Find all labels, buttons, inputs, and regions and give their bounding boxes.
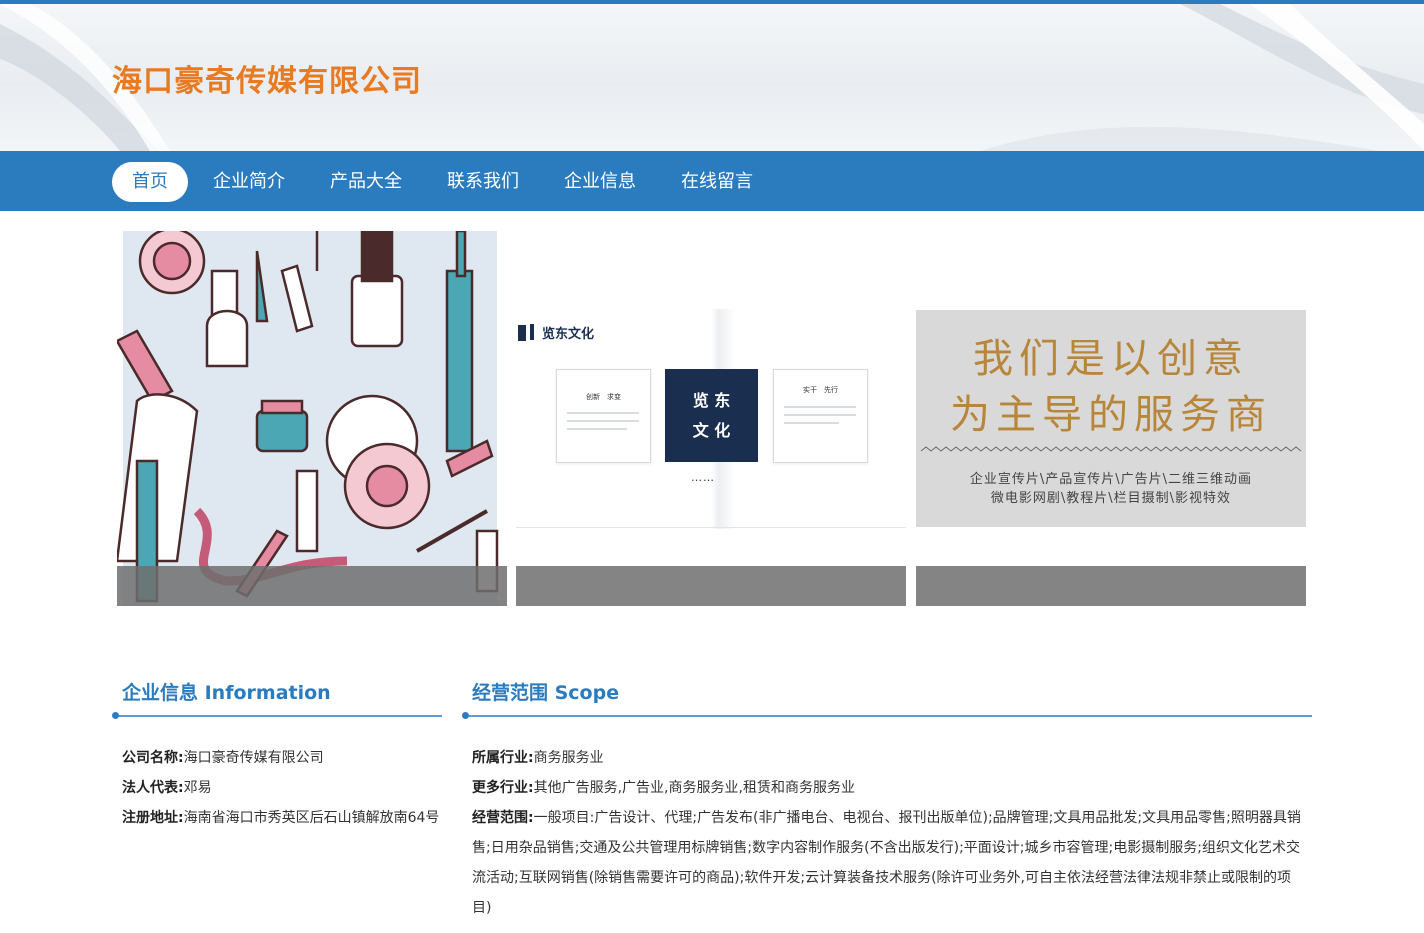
scope-title-underline [466, 715, 1312, 717]
culture-left-card-title: 创新 求变 [586, 393, 621, 401]
culture-heading: 览东文化 [542, 327, 595, 342]
slogan-line-2: 为主导的服务商 [950, 392, 1272, 438]
zigzag-divider [920, 446, 1302, 452]
slogan-panel: 我们是以创意 为主导的服务商 企业宣传片\产品宣传片\广告片\二维三维动画 微电… [916, 310, 1306, 527]
nav-item-message[interactable]: 在线留言 [661, 162, 773, 202]
nav-item-contact[interactable]: 联系我们 [427, 162, 539, 202]
info-value: 邓易 [183, 780, 212, 796]
info-value: 海口豪奇传媒有限公司 [183, 750, 324, 766]
banner-culture[interactable]: 览东文化 创新 求变 览 东 文 化 实干 先行 …… [516, 231, 906, 606]
main-nav: 首页 企业简介 产品大全 联系我们 企业信息 在线留言 [0, 151, 1424, 211]
info-row-address: 注册地址:海南省海口市秀英区后石山镇解放南64号 [122, 803, 442, 833]
slogan-sub-1: 企业宣传片\产品宣传片\广告片\二维三维动画 [969, 472, 1253, 487]
culture-right-card: 实干 先行 [773, 369, 868, 463]
nav-item-home[interactable]: 首页 [112, 162, 188, 202]
banner-caption-bar [516, 566, 906, 606]
scope-value: 其他广告服务,广告业,商务服务业,租赁和商务服务业 [533, 780, 855, 796]
culture-center-card: 览 东 文 化 [665, 369, 758, 462]
info-title-underline [116, 715, 442, 717]
banner-slogan[interactable]: 我们是以创意 为主导的服务商 企业宣传片\产品宣传片\广告片\二维三维动画 微电… [916, 231, 1306, 606]
scope-label: 所属行业: [472, 750, 534, 766]
culture-slide: 览东文化 创新 求变 览 东 文 化 实干 先行 …… [516, 309, 906, 529]
culture-center-line-1: 览 东 [692, 391, 731, 410]
slogan-line-1: 我们是以创意 [973, 336, 1249, 382]
culture-heading-marker [518, 325, 526, 341]
nav-item-company-info[interactable]: 企业信息 [544, 162, 656, 202]
site-header: 海口豪奇传媒有限公司 [0, 4, 1424, 151]
info-section-title: 企业信息 Information [122, 682, 331, 704]
scope-label: 经营范围: [472, 810, 534, 826]
cosmetics-illustration [117, 231, 499, 606]
culture-right-card-title: 实干 先行 [803, 386, 838, 394]
info-label: 法人代表: [122, 780, 184, 796]
scope-label: 更多行业: [472, 780, 534, 796]
info-row-company-name: 公司名称:海口豪奇传媒有限公司 [122, 743, 324, 773]
info-label: 公司名称: [122, 750, 184, 766]
info-label: 注册地址: [122, 810, 184, 826]
scope-section-title: 经营范围 Scope [472, 682, 620, 704]
scope-row-industry: 所属行业:商务服务业 [472, 743, 604, 773]
scope-row-business-scope: 经营范围:一般项目:广告设计、代理;广告发布(非广播电台、电视台、报刊出版单位)… [472, 803, 1302, 923]
scope-value: 商务服务业 [533, 750, 604, 766]
culture-left-card: 创新 求变 [556, 369, 651, 463]
nav-item-products[interactable]: 产品大全 [310, 162, 422, 202]
scope-row-more-industries: 更多行业:其他广告服务,广告业,商务服务业,租赁和商务服务业 [472, 773, 855, 803]
culture-center-line-2: 文 化 [692, 421, 731, 440]
slogan-sub-2: 微电影网剧\教程片\栏目摄制\影视特效 [990, 491, 1232, 506]
banner-caption-bar [117, 566, 507, 606]
info-row-legal-rep: 法人代表:邓易 [122, 773, 212, 803]
nav-item-about[interactable]: 企业简介 [193, 162, 305, 202]
info-value: 海南省海口市秀英区后石山镇解放南64号 [183, 810, 440, 826]
culture-dots: …… [691, 471, 715, 484]
site-title[interactable]: 海口豪奇传媒有限公司 [112, 56, 422, 100]
scope-value: 一般项目:广告设计、代理;广告发布(非广播电台、电视台、报刊出版单位);品牌管理… [472, 810, 1301, 916]
banner-cosmetics[interactable] [117, 231, 507, 606]
banner-caption-bar [916, 566, 1306, 606]
